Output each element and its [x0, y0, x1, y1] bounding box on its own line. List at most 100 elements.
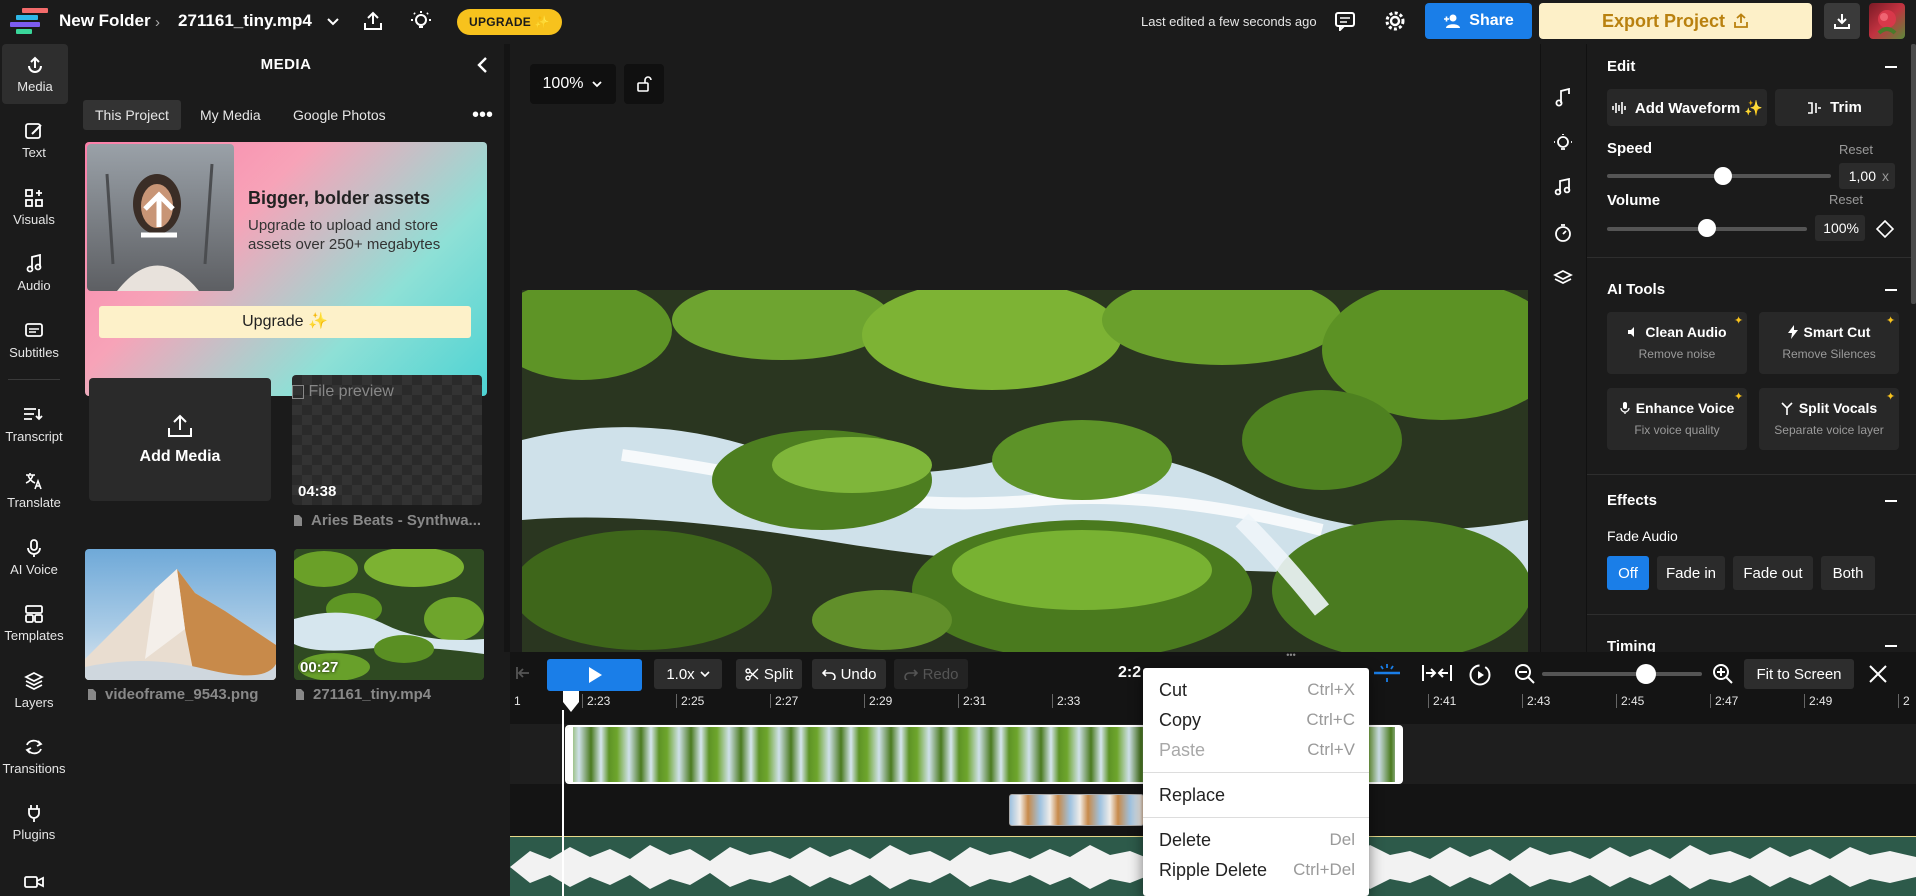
clean-audio-tool[interactable]: Clean Audio Remove noise ✦ — [1607, 312, 1747, 374]
timeline-zoom-knob[interactable] — [1636, 664, 1656, 684]
rail-item-layers[interactable]: Layers — [0, 660, 68, 720]
rail-label: Transcript — [5, 428, 63, 444]
menu-item-cut[interactable]: Cut Ctrl+X — [1159, 680, 1355, 701]
promo-upgrade-button[interactable]: Upgrade ✨ — [99, 306, 471, 338]
add-waveform-button[interactable]: Add Waveform ✨ — [1607, 89, 1767, 126]
panel-scrollbar[interactable] — [1911, 44, 1916, 304]
fit-to-screen-button[interactable]: Fit to Screen — [1744, 659, 1854, 689]
rail-item-templates[interactable]: Templates — [0, 593, 68, 653]
upgrade-button[interactable]: UPGRADE ✨ — [457, 9, 562, 35]
skip-to-start-icon[interactable] — [514, 664, 532, 682]
collapse-panel-icon[interactable] — [476, 56, 490, 74]
playhead-handle[interactable] — [562, 690, 580, 714]
timeline-zoom-slider[interactable] — [1542, 672, 1702, 676]
timeline-resize-handle[interactable]: ••• — [1026, 651, 1556, 660]
zoom-out-icon[interactable] — [1514, 663, 1536, 685]
volume-label: Volume — [1607, 192, 1661, 209]
fade-option-out[interactable]: Fade out — [1733, 556, 1813, 590]
upgrade-promo-card: Bigger, bolder assets Upgrade to upload … — [85, 142, 487, 396]
media-item-name: 271161_tiny.mp4 — [313, 686, 432, 703]
tab-my-media[interactable]: My Media — [188, 100, 273, 130]
collapse-section-icon[interactable] — [1885, 289, 1897, 291]
user-avatar[interactable] — [1869, 3, 1905, 39]
tab-this-project[interactable]: This Project — [83, 100, 181, 130]
timer-icon[interactable] — [1553, 223, 1573, 243]
trim-button[interactable]: Trim — [1775, 89, 1893, 126]
media-item-audio[interactable]: File preview 04:38 — [292, 375, 482, 505]
chevron-down-icon[interactable] — [326, 14, 340, 28]
export-project-button[interactable]: Export Project — [1539, 3, 1812, 39]
menu-item-copy[interactable]: Copy Ctrl+C — [1159, 710, 1355, 731]
clip-trim-handle-right[interactable] — [1395, 727, 1401, 782]
media-item-name: Aries Beats - Synthwa... — [311, 512, 482, 529]
speed-reset-button[interactable]: Reset — [1839, 142, 1873, 157]
rail-item-plugins[interactable]: Plugins — [0, 792, 68, 852]
media-item-image[interactable] — [85, 549, 276, 680]
playback-speed-select[interactable]: 1.0x — [654, 659, 722, 689]
collapse-section-icon[interactable] — [1885, 500, 1897, 502]
download-button[interactable] — [1824, 3, 1860, 39]
lightbulb-icon[interactable] — [1553, 133, 1573, 153]
media-item-video[interactable]: 00:27 — [294, 549, 484, 680]
rail-item-subtitles[interactable]: Subtitles — [0, 310, 68, 370]
menu-item-ripple-delete[interactable]: Ripple Delete Ctrl+Del — [1159, 860, 1355, 881]
rail-item-translate[interactable]: Translate — [0, 460, 68, 520]
zoom-in-icon[interactable] — [1712, 663, 1734, 685]
share-button[interactable]: Share — [1425, 3, 1532, 39]
snap-magnet-icon[interactable] — [1372, 662, 1402, 684]
rail-item-visuals[interactable]: Visuals — [0, 177, 68, 237]
undo-button[interactable]: Undo — [812, 659, 886, 689]
subtitles-icon — [24, 321, 44, 341]
settings-gear-icon[interactable] — [1384, 10, 1406, 32]
enhance-voice-tool[interactable]: Enhance Voice Fix voice quality ✦ — [1607, 388, 1747, 450]
app-logo-icon[interactable] — [10, 8, 48, 34]
speed-value-field[interactable]: 1,00 x — [1839, 163, 1895, 189]
rail-item-ai-voice[interactable]: AI Voice — [0, 527, 68, 587]
split-button[interactable]: Split — [736, 659, 802, 689]
menu-item-paste[interactable]: Paste Ctrl+V — [1159, 740, 1355, 761]
play-button[interactable] — [547, 659, 642, 691]
add-media-button[interactable]: Add Media — [89, 378, 271, 501]
smart-cut-tool[interactable]: Smart Cut Remove Silences ✦ — [1759, 312, 1899, 374]
playback-loop-icon[interactable] — [1468, 663, 1492, 687]
fade-option-in[interactable]: Fade in — [1657, 556, 1725, 590]
volume-value-field[interactable]: 100% — [1815, 215, 1865, 241]
more-options-icon[interactable]: ••• — [472, 104, 493, 127]
collapse-section-icon[interactable] — [1885, 645, 1897, 647]
fade-option-both[interactable]: Both — [1821, 556, 1875, 590]
image-clip[interactable] — [1009, 794, 1144, 826]
share-upload-icon[interactable] — [362, 10, 384, 32]
redo-button[interactable]: Redo — [894, 659, 968, 689]
layers-icon[interactable] — [1553, 268, 1573, 288]
collapse-section-icon[interactable] — [1885, 66, 1897, 68]
menu-separator — [1143, 772, 1369, 773]
music-note-icon[interactable] — [1553, 88, 1573, 108]
comments-icon[interactable] — [1334, 11, 1356, 31]
fit-clips-icon[interactable] — [1421, 663, 1453, 683]
clip-trim-handle-left[interactable] — [567, 727, 573, 782]
rail-item-transitions[interactable]: Transitions — [0, 726, 68, 786]
rail-item-text[interactable]: Text — [0, 110, 68, 170]
file-name[interactable]: 271161_tiny.mp4 — [178, 11, 312, 31]
audio-effects-icon[interactable] — [1553, 178, 1573, 198]
tab-google-photos[interactable]: Google Photos — [281, 100, 398, 130]
rail-item-transcript[interactable]: Transcript — [0, 394, 68, 454]
lightbulb-icon[interactable] — [410, 10, 432, 32]
menu-item-delete[interactable]: Delete Del — [1159, 830, 1355, 851]
record-video-icon[interactable] — [24, 874, 44, 890]
menu-item-replace[interactable]: Replace — [1159, 785, 1355, 806]
split-vocals-tool[interactable]: Split Vocals Separate voice layer ✦ — [1759, 388, 1899, 450]
section-title-edit: Edit — [1607, 58, 1636, 75]
zoom-select[interactable]: 100% — [530, 64, 616, 104]
fade-option-off[interactable]: Off — [1607, 556, 1649, 590]
keyframe-diamond-icon[interactable] — [1876, 220, 1894, 238]
speed-slider-knob[interactable] — [1714, 167, 1733, 185]
rail-item-audio[interactable]: Audio — [0, 243, 68, 303]
volume-slider-knob[interactable] — [1698, 219, 1716, 237]
rail-item-media[interactable]: Media — [2, 44, 68, 104]
breadcrumb-folder[interactable]: New Folder — [59, 11, 151, 31]
volume-reset-button[interactable]: Reset — [1829, 192, 1863, 207]
aspect-lock-button[interactable] — [624, 64, 664, 104]
close-timeline-icon[interactable] — [1868, 664, 1888, 684]
video-preview[interactable] — [522, 290, 1528, 652]
